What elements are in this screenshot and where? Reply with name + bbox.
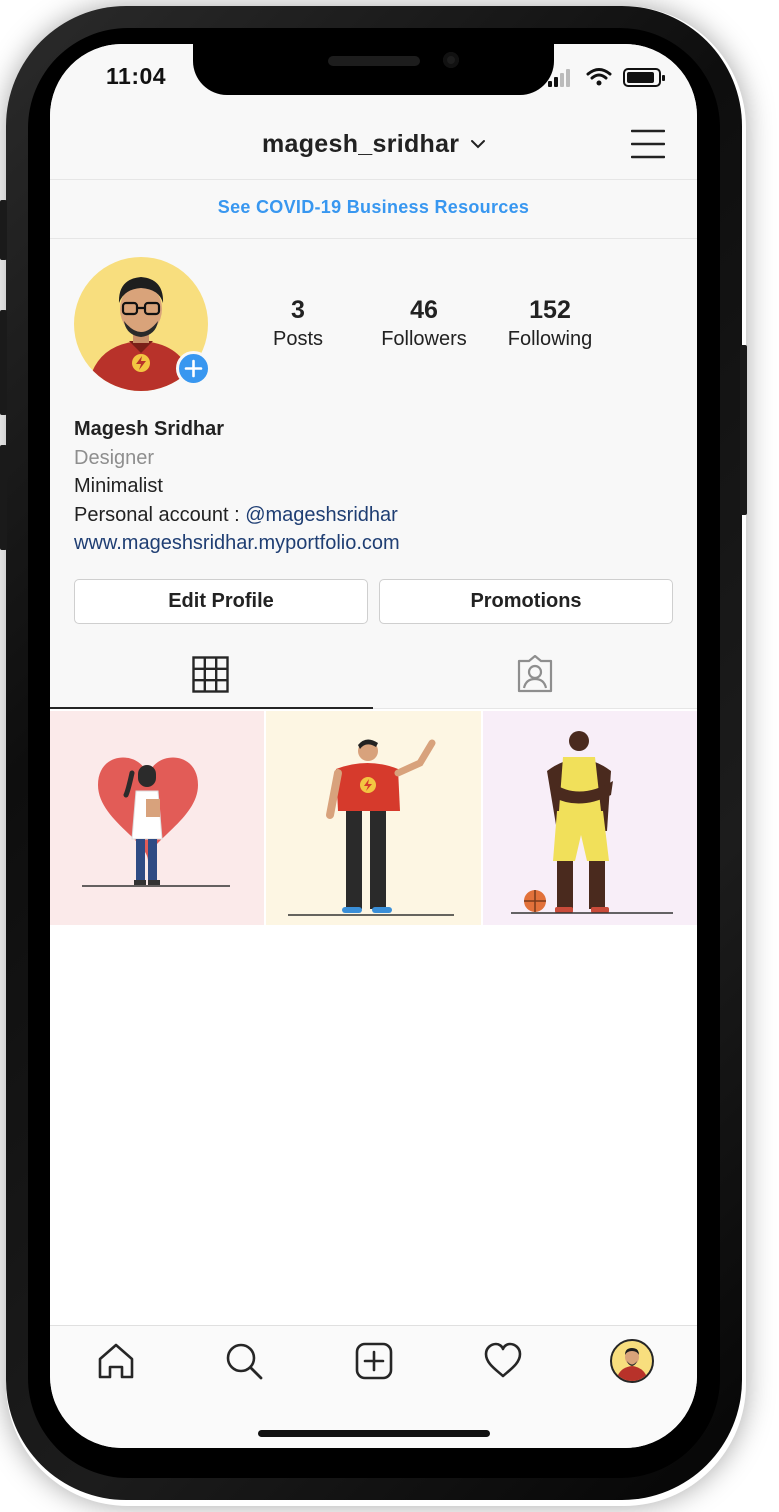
wifi-icon [586, 68, 612, 86]
post-thumbnail[interactable] [266, 711, 481, 925]
following-stat[interactable]: 152 Following [498, 296, 602, 351]
personal-account-line: Personal account : @mageshsridhar [74, 501, 400, 530]
chevron-down-icon[interactable] [470, 136, 486, 152]
hamburger-menu-icon[interactable] [631, 128, 665, 160]
bottom-nav [50, 1325, 697, 1448]
mute-switch [0, 200, 7, 260]
doctor-illustration [82, 757, 230, 887]
phone-screen: 11:04 magesh_sridhar See COVID-19 Busine… [50, 44, 697, 1448]
profile-avatar-icon [618, 1348, 646, 1381]
followers-count: 46 [410, 296, 438, 324]
occupation: Designer [74, 446, 155, 469]
posts-label: Posts [272, 328, 324, 350]
edit-profile-button[interactable]: Edit Profile [74, 579, 368, 624]
status-icons [548, 68, 665, 87]
following-label: Following [507, 328, 593, 350]
flash-shirt-man-illustration [288, 739, 454, 916]
home-indicator [258, 1430, 490, 1437]
profile-tab-avatar[interactable] [610, 1339, 654, 1383]
heart-icon[interactable] [483, 1341, 523, 1381]
add-story-button[interactable] [176, 351, 211, 386]
profile-header: magesh_sridhar [50, 102, 697, 180]
tagged-person-icon [517, 655, 553, 693]
search-icon[interactable] [224, 1341, 264, 1381]
plus-square-icon[interactable] [354, 1341, 394, 1381]
full-name: Magesh Sridhar [74, 418, 225, 440]
grid-icon [192, 656, 229, 693]
posts-stat[interactable]: 3 Posts [266, 296, 330, 351]
post-thumbnail[interactable] [483, 711, 697, 925]
profile-section: 3 Posts 46 Followers 152 Following Mages… [50, 239, 697, 709]
posts-count: 3 [291, 296, 305, 324]
status-time: 11:04 [106, 63, 167, 89]
followers-stat[interactable]: 46 Followers [372, 296, 476, 351]
bio-text: Minimalist [74, 475, 163, 497]
battery-icon [623, 68, 665, 87]
followers-label: Followers [381, 328, 467, 350]
personal-account-prefix: Personal account : [74, 503, 246, 526]
covid-resources-link[interactable]: See COVID-19 Business Resources [218, 197, 529, 218]
profile-bio: Magesh Sridhar Designer Minimalist Perso… [74, 415, 400, 558]
volume-down-button [0, 445, 7, 550]
username-switcher[interactable]: magesh_sridhar [262, 130, 459, 159]
following-count: 152 [529, 296, 571, 324]
website-link[interactable]: www.mageshsridhar.myportfolio.com [74, 529, 400, 558]
volume-up-button [0, 310, 7, 415]
basketball-player-illustration [511, 731, 673, 914]
notch [193, 44, 554, 95]
covid-banner: See COVID-19 Business Resources [50, 180, 697, 239]
plus-icon [184, 359, 203, 378]
profile-avatar-container[interactable] [74, 257, 211, 393]
tab-tagged[interactable] [373, 639, 697, 709]
post-grid [50, 711, 697, 925]
personal-account-mention[interactable]: @mageshsridhar [245, 504, 398, 526]
promotions-button[interactable]: Promotions [379, 579, 673, 624]
power-button [740, 345, 747, 515]
home-icon[interactable] [96, 1341, 136, 1381]
tab-grid[interactable] [50, 639, 373, 709]
post-thumbnail[interactable] [50, 711, 264, 925]
